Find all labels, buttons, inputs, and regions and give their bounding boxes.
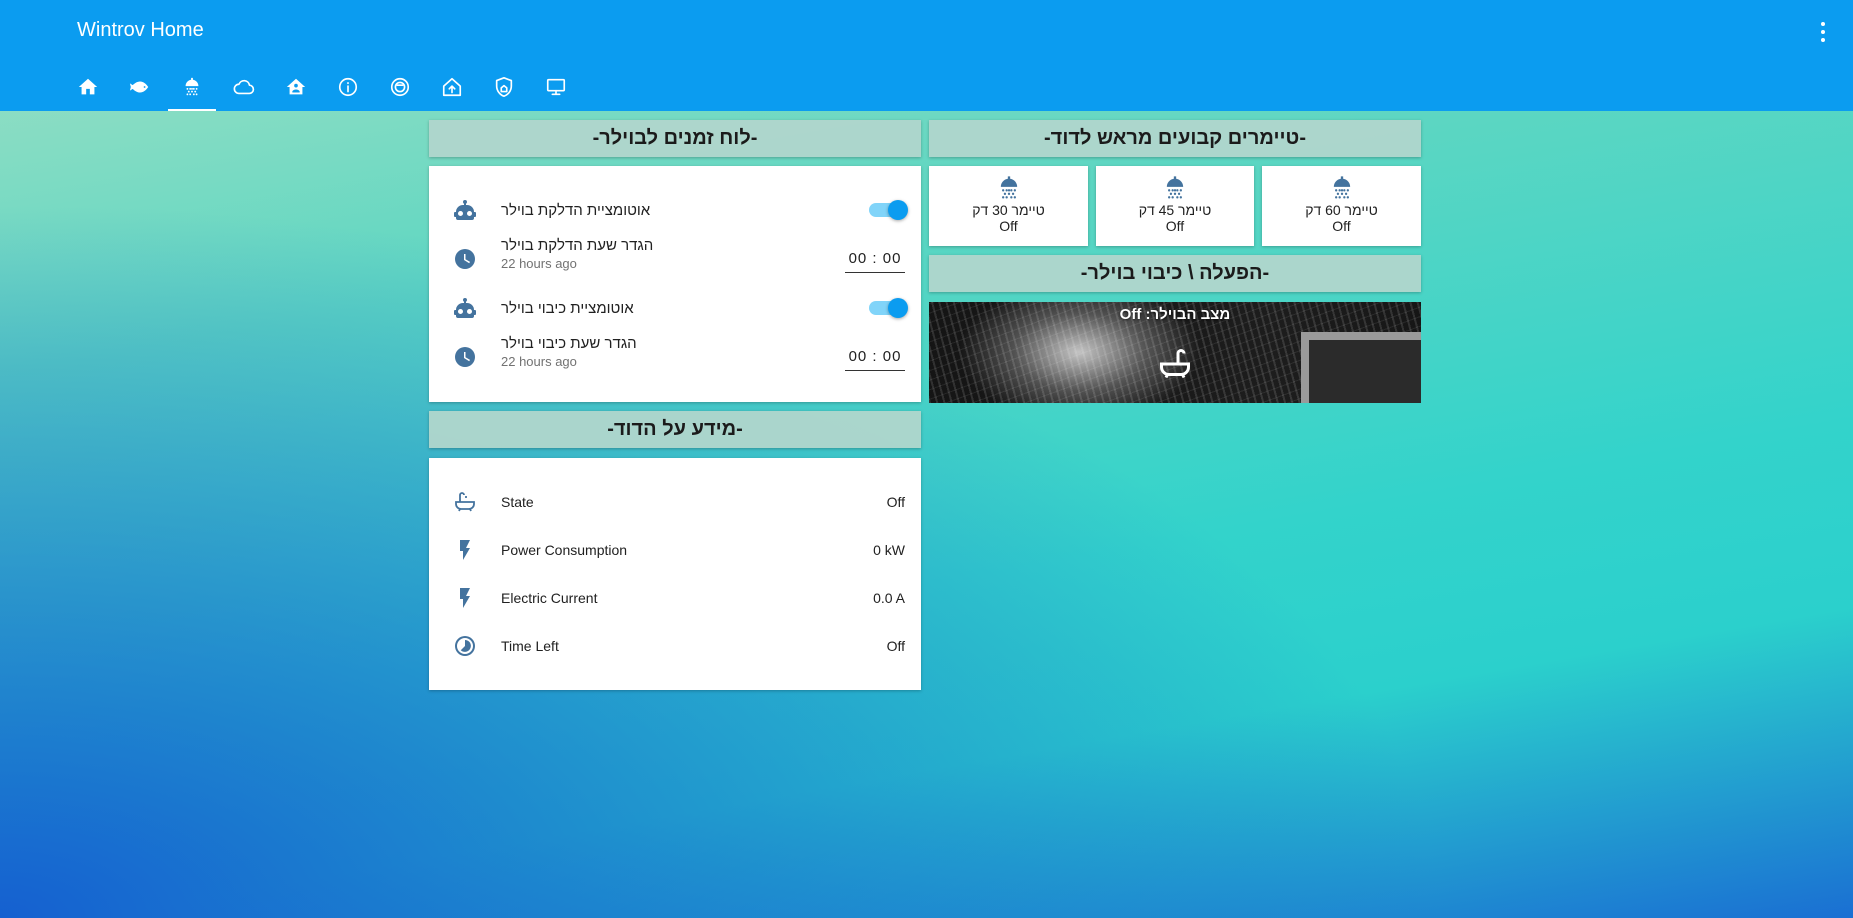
shower-icon bbox=[185, 77, 199, 95]
on-time-input[interactable]: 00 : 00 bbox=[845, 245, 905, 273]
boiler-picture-button[interactable]: מצב הבוילר: Off bbox=[929, 302, 1421, 403]
row-value: Off bbox=[886, 638, 905, 654]
shower-icon bbox=[1161, 174, 1189, 202]
row-label: אוטומציית כיבוי בוילר bbox=[501, 299, 634, 317]
bathtub-icon bbox=[453, 490, 477, 514]
info-card: State Off Power Consumption 0 kW Electri… bbox=[429, 458, 921, 690]
row-label: State bbox=[501, 494, 534, 510]
timer-45-button[interactable]: טיימר 45 דק Off bbox=[1096, 166, 1254, 246]
timer-state: Off bbox=[999, 218, 1018, 234]
tab-vacuum[interactable] bbox=[374, 62, 426, 111]
row-label: הגדר שעת הדלקת בוילר bbox=[501, 237, 654, 254]
timer-label: טיימר 30 דק bbox=[972, 202, 1045, 218]
info-section-title: -מידע על הדוד- bbox=[429, 411, 921, 448]
boiler-state-title: מצב הבוילר: Off bbox=[1119, 306, 1231, 323]
row-label: הגדר שעת כיבוי בוילר bbox=[501, 335, 637, 352]
toggle-section-title: -הפעלה \ כיבוי בוילר- bbox=[929, 255, 1421, 292]
tab-weather[interactable] bbox=[218, 62, 270, 111]
shower-icon bbox=[995, 174, 1023, 202]
timer-label: טיימר 60 דק bbox=[1305, 202, 1378, 218]
row-value: 0.0 A bbox=[873, 590, 905, 606]
schedule-section-title: -לוח זמנים לבוילר- bbox=[429, 120, 921, 157]
app-header: Wintrov Home bbox=[0, 0, 1853, 111]
robot-icon bbox=[453, 296, 477, 320]
row-value: 0 kW bbox=[873, 542, 905, 558]
robot-vacuum-icon bbox=[390, 77, 410, 96]
timer-state: Off bbox=[1332, 218, 1351, 234]
shield-home-icon bbox=[495, 76, 513, 97]
timer-label: טיימר 45 דק bbox=[1138, 202, 1212, 218]
tab-boiler[interactable] bbox=[166, 62, 218, 111]
auto-off-toggle[interactable] bbox=[869, 298, 908, 318]
list-item[interactable]: State Off bbox=[429, 482, 921, 522]
tab-monitor[interactable] bbox=[530, 62, 582, 111]
clock-icon bbox=[453, 345, 477, 369]
row-timestamp: 22 hours ago bbox=[501, 354, 577, 369]
overflow-menu-icon[interactable] bbox=[1817, 20, 1829, 44]
row-label: Time Left bbox=[501, 638, 559, 654]
timer-30-button[interactable]: טיימר 30 דק Off bbox=[929, 166, 1088, 246]
flash-icon bbox=[453, 586, 477, 610]
row-label: אוטומציית הדלקת בוילר bbox=[501, 201, 651, 219]
tab-info[interactable] bbox=[322, 62, 374, 111]
list-item: הגדר שעת הדלקת בוילר 22 hours ago 00 : 0… bbox=[429, 237, 921, 279]
timers-section-title: -טיימרים קבועים מראש לדוד- bbox=[929, 120, 1421, 157]
list-item[interactable]: Power Consumption 0 kW bbox=[429, 530, 921, 570]
list-item[interactable]: Electric Current 0.0 A bbox=[429, 578, 921, 618]
tab-security[interactable] bbox=[478, 62, 530, 111]
bathtub-icon bbox=[1160, 349, 1190, 379]
information-icon bbox=[338, 77, 358, 96]
auto-on-toggle[interactable] bbox=[869, 200, 908, 220]
row-label: Electric Current bbox=[501, 590, 598, 606]
flash-icon bbox=[453, 538, 477, 562]
clock-icon bbox=[453, 247, 477, 271]
tab-home-account[interactable] bbox=[270, 62, 322, 111]
monitor-icon bbox=[546, 78, 566, 95]
timelapse-icon bbox=[453, 634, 477, 658]
row-label: Power Consumption bbox=[501, 542, 628, 558]
home-account-icon bbox=[286, 78, 306, 94]
fish-icon bbox=[129, 81, 149, 92]
tab-home-import[interactable] bbox=[426, 62, 478, 111]
list-item: הגדר שעת כיבוי בוילר 22 hours ago 00 : 0… bbox=[429, 335, 921, 377]
list-item[interactable]: Time Left Off bbox=[429, 626, 921, 666]
list-item: אוטומציית הדלקת בוילר bbox=[429, 190, 921, 230]
row-timestamp: 22 hours ago bbox=[501, 256, 577, 271]
row-value: Off bbox=[886, 494, 905, 510]
timer-60-button[interactable]: טיימר 60 דק Off bbox=[1262, 166, 1421, 246]
cloud-icon bbox=[233, 79, 255, 94]
home-import-icon bbox=[442, 77, 462, 96]
app-title: Wintrov Home bbox=[77, 19, 204, 41]
home-icon bbox=[78, 78, 98, 94]
off-time-input[interactable]: 00 : 00 bbox=[845, 343, 905, 371]
tab-fish[interactable] bbox=[114, 62, 166, 111]
list-item: אוטומציית כיבוי בוילר bbox=[429, 288, 921, 328]
tab-home[interactable] bbox=[62, 62, 114, 111]
timer-state: Off bbox=[1165, 218, 1185, 234]
view-tabs bbox=[62, 62, 582, 111]
robot-icon bbox=[453, 198, 477, 222]
shower-icon bbox=[1328, 174, 1356, 202]
schedule-card: אוטומציית הדלקת בוילר הגדר שעת הדלקת בוי… bbox=[429, 166, 921, 402]
